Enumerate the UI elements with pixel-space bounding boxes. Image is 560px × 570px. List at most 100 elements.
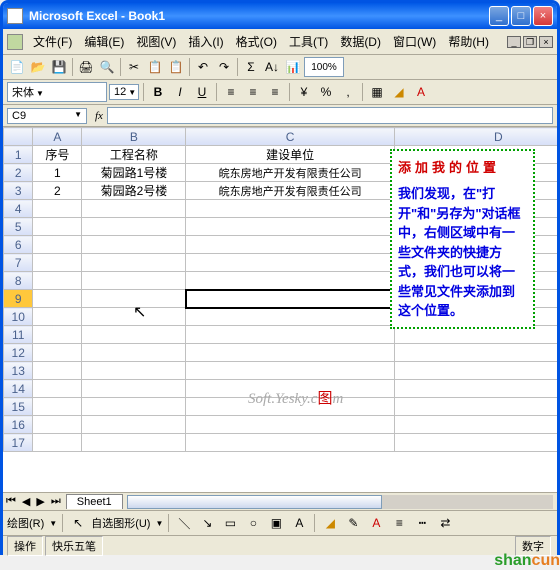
cell[interactable] bbox=[33, 380, 82, 398]
tab-nav-last-icon[interactable]: ⏭ bbox=[48, 495, 64, 508]
paste-icon[interactable]: 📋 bbox=[166, 57, 186, 77]
font-name-select[interactable]: 宋体▼ bbox=[7, 82, 107, 102]
align-right-icon[interactable]: ≡ bbox=[265, 82, 285, 102]
cell[interactable] bbox=[394, 380, 557, 398]
oval-icon[interactable]: ○ bbox=[243, 513, 263, 533]
font-color-icon[interactable]: A bbox=[411, 82, 431, 102]
fx-icon[interactable]: fx bbox=[95, 110, 103, 122]
cell[interactable]: 工程名称 bbox=[82, 146, 186, 164]
cell[interactable] bbox=[394, 398, 557, 416]
sheet-tab[interactable]: Sheet1 bbox=[66, 494, 123, 509]
h-scroll-thumb[interactable] bbox=[127, 495, 383, 509]
autoshapes-menu[interactable]: 自选图形(U) bbox=[91, 515, 150, 531]
cell[interactable] bbox=[33, 398, 82, 416]
cell[interactable] bbox=[82, 200, 186, 218]
undo-icon[interactable]: ↶ bbox=[193, 57, 213, 77]
col-header-b[interactable]: B bbox=[82, 128, 186, 146]
col-header-d[interactable]: D bbox=[394, 128, 557, 146]
ime-indicator-1[interactable]: 操作 bbox=[7, 536, 43, 556]
cell[interactable] bbox=[33, 434, 82, 452]
menu-help[interactable]: 帮助(H) bbox=[442, 31, 495, 52]
align-left-icon[interactable]: ≡ bbox=[221, 82, 241, 102]
minimize-button[interactable]: _ bbox=[489, 6, 509, 26]
new-icon[interactable]: 📄 bbox=[7, 57, 27, 77]
menu-window[interactable]: 窗口(W) bbox=[387, 31, 442, 52]
menu-file[interactable]: 文件(F) bbox=[27, 31, 78, 52]
row-header[interactable]: 10 bbox=[4, 308, 33, 326]
cell[interactable] bbox=[186, 362, 394, 380]
row-header[interactable]: 4 bbox=[4, 200, 33, 218]
save-icon[interactable]: 💾 bbox=[49, 57, 69, 77]
sum-icon[interactable]: Σ bbox=[241, 57, 261, 77]
cell[interactable] bbox=[394, 434, 557, 452]
cell[interactable] bbox=[82, 236, 186, 254]
cell[interactable] bbox=[82, 434, 186, 452]
cell[interactable]: 皖东房地产开发有限责任公司 bbox=[186, 164, 394, 182]
cell[interactable] bbox=[33, 416, 82, 434]
row-header[interactable]: 12 bbox=[4, 344, 33, 362]
maximize-button[interactable]: □ bbox=[511, 6, 531, 26]
zoom-box[interactable]: 100% bbox=[304, 57, 344, 77]
col-header-c[interactable]: C bbox=[186, 128, 394, 146]
excel-icon[interactable] bbox=[7, 34, 23, 50]
row-header[interactable]: 15 bbox=[4, 398, 33, 416]
tab-nav-first-icon[interactable]: ⏮ bbox=[3, 495, 19, 508]
cell[interactable] bbox=[186, 308, 394, 326]
cell[interactable] bbox=[394, 416, 557, 434]
row-header[interactable]: 5 bbox=[4, 218, 33, 236]
cell[interactable] bbox=[33, 236, 82, 254]
cut-icon[interactable]: ✂ bbox=[124, 57, 144, 77]
chart-icon[interactable]: 📊 bbox=[283, 57, 303, 77]
doc-minimize-button[interactable]: _ bbox=[507, 36, 521, 48]
menu-format[interactable]: 格式(O) bbox=[230, 31, 283, 52]
h-scrollbar[interactable] bbox=[127, 495, 553, 509]
row-header[interactable]: 17 bbox=[4, 434, 33, 452]
cell[interactable]: 2 bbox=[33, 182, 82, 200]
select-objects-icon[interactable]: ↖ bbox=[68, 513, 88, 533]
cell[interactable] bbox=[82, 254, 186, 272]
cell[interactable]: 建设单位 bbox=[186, 146, 394, 164]
cell[interactable] bbox=[33, 254, 82, 272]
cell[interactable] bbox=[33, 218, 82, 236]
row-header[interactable]: 13 bbox=[4, 362, 33, 380]
row-header[interactable]: 1 bbox=[4, 146, 33, 164]
cell[interactable] bbox=[186, 236, 394, 254]
cell[interactable]: 1 bbox=[33, 164, 82, 182]
cell[interactable] bbox=[186, 290, 394, 308]
draw-menu[interactable]: 绘图(R) bbox=[7, 515, 44, 531]
name-box[interactable]: C9▼ bbox=[7, 108, 87, 124]
copy-icon[interactable]: 📋 bbox=[145, 57, 165, 77]
cell[interactable] bbox=[82, 290, 186, 308]
cell[interactable] bbox=[82, 218, 186, 236]
cell[interactable] bbox=[82, 272, 186, 290]
cell[interactable] bbox=[33, 200, 82, 218]
annotation-textbox[interactable]: 添加我的位置 我们发现，在"打开"和"另存为"对话框中，右侧区域中有一些文件夹的… bbox=[390, 149, 535, 329]
rectangle-icon[interactable]: ▭ bbox=[220, 513, 240, 533]
col-header-a[interactable]: A bbox=[33, 128, 82, 146]
cell[interactable]: 序号 bbox=[33, 146, 82, 164]
cell[interactable] bbox=[394, 344, 557, 362]
cell[interactable]: 皖东房地产开发有限责任公司 bbox=[186, 182, 394, 200]
row-header[interactable]: 16 bbox=[4, 416, 33, 434]
row-header[interactable]: 3 bbox=[4, 182, 33, 200]
row-header[interactable]: 2 bbox=[4, 164, 33, 182]
cell[interactable] bbox=[33, 362, 82, 380]
italic-button[interactable]: I bbox=[170, 82, 190, 102]
cell[interactable] bbox=[82, 362, 186, 380]
redo-icon[interactable]: ↷ bbox=[214, 57, 234, 77]
row-header[interactable]: 8 bbox=[4, 272, 33, 290]
cell[interactable] bbox=[82, 380, 186, 398]
close-button[interactable]: × bbox=[533, 6, 553, 26]
cell[interactable]: 菊园路2号楼 bbox=[82, 182, 186, 200]
fill-icon[interactable]: ◢ bbox=[320, 513, 340, 533]
cell[interactable] bbox=[186, 272, 394, 290]
line-style-icon[interactable]: ≡ bbox=[389, 513, 409, 533]
percent-icon[interactable]: % bbox=[316, 82, 336, 102]
cell[interactable] bbox=[82, 326, 186, 344]
cell[interactable] bbox=[33, 344, 82, 362]
row-header[interactable]: 7 bbox=[4, 254, 33, 272]
menu-insert[interactable]: 插入(I) bbox=[182, 31, 229, 52]
cell[interactable]: 菊园路1号楼 bbox=[82, 164, 186, 182]
dash-style-icon[interactable]: ┅ bbox=[412, 513, 432, 533]
menu-tools[interactable]: 工具(T) bbox=[283, 31, 334, 52]
